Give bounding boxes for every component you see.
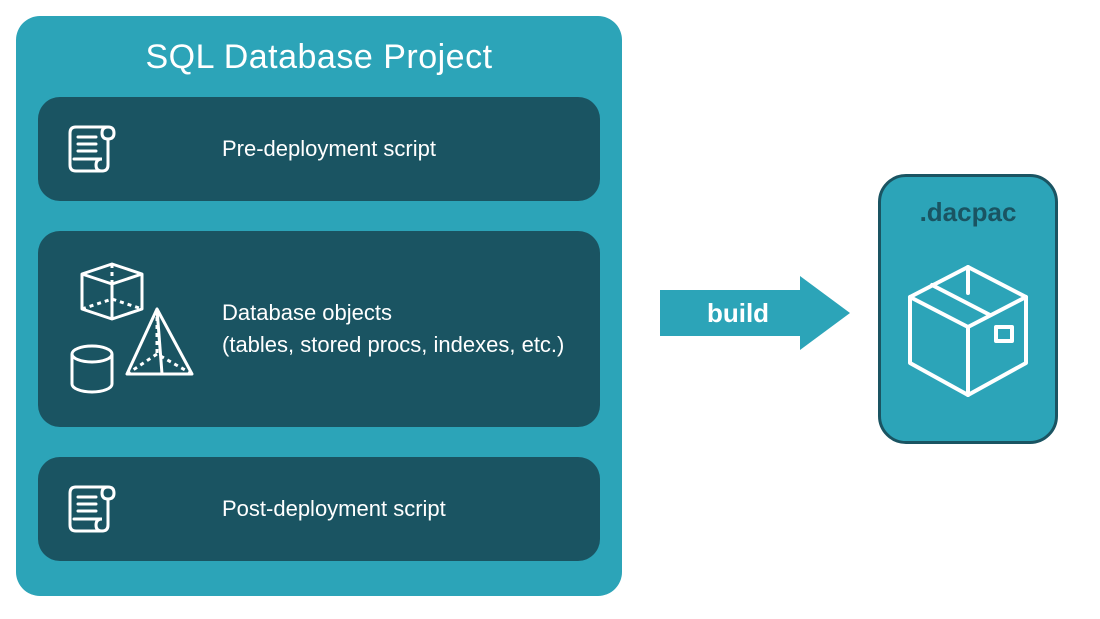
post-deployment-card: Post-deployment script [38,457,600,561]
database-objects-card: Database objects (tables, stored procs, … [38,231,600,427]
sql-database-project-container: SQL Database Project Pre-deployment scri… [16,16,622,596]
pre-deployment-label: Pre-deployment script [222,133,576,165]
post-deployment-label: Post-deployment script [222,493,576,525]
shapes-icon [62,254,222,404]
project-title: SQL Database Project [38,16,600,91]
build-arrow-label: build [660,276,816,350]
scroll-script-icon [62,477,222,541]
dacpac-output-box: .dacpac [878,174,1058,444]
pre-deployment-card: Pre-deployment script [38,97,600,201]
database-objects-label: Database objects (tables, stored procs, … [222,297,576,361]
scroll-script-icon [62,117,222,181]
build-arrow: build [660,276,850,350]
database-objects-label-line1: Database objects [222,297,576,329]
package-box-icon [898,228,1038,431]
database-objects-label-line2: (tables, stored procs, indexes, etc.) [222,329,576,361]
dacpac-label: .dacpac [920,197,1017,228]
